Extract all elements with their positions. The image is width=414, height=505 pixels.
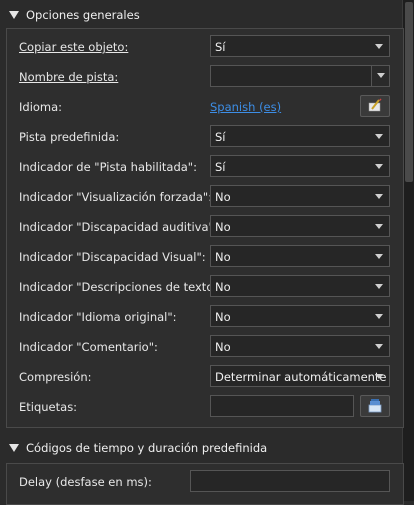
general-options-panel: Copiar este objeto: Sí Nombre de pista: … <box>6 28 404 428</box>
row-text-descriptions-flag: Indicador "Descripciones de texto": No <box>7 272 403 302</box>
hearing-impaired-flag-select[interactable]: No <box>210 215 390 237</box>
language-link[interactable]: Spanish (es) <box>210 100 281 114</box>
forced-flag-select[interactable]: No <box>210 185 390 207</box>
original-language-flag-value: No <box>215 310 231 324</box>
default-track-value: Sí <box>215 130 226 144</box>
row-delay: Delay (desfase en ms): <box>7 467 403 497</box>
row-commentary-flag: Indicador "Comentario": No <box>7 332 403 362</box>
row-tags: Etiquetas: <box>7 392 403 422</box>
track-name-dropdown-button[interactable] <box>371 66 389 86</box>
row-compression: Compresión: Determinar automáticamente <box>7 362 403 392</box>
chevron-down-icon <box>375 194 383 199</box>
chevron-down-icon <box>375 134 383 139</box>
row-copy-object: Copiar este objeto: Sí <box>7 32 403 62</box>
visual-impaired-flag-value: No <box>215 250 231 264</box>
enabled-flag-label: Indicador de "Pista habilitada": <box>19 160 197 174</box>
section-title: Códigos de tiempo y duración predefinida <box>26 441 268 455</box>
row-track-name: Nombre de pista: <box>7 62 403 92</box>
chevron-down-icon <box>375 224 383 229</box>
edit-language-icon <box>368 98 382 112</box>
commentary-flag-label: Indicador "Comentario": <box>19 340 158 354</box>
delay-label: Delay (desfase en ms): <box>19 475 152 489</box>
compression-select[interactable]: Determinar automáticamente <box>210 365 390 387</box>
edit-language-button[interactable] <box>360 95 390 117</box>
section-timecodes-header[interactable]: Códigos de tiempo y duración predefinida <box>0 435 402 461</box>
delay-input[interactable] <box>190 470 390 492</box>
scrollbar-thumb[interactable] <box>405 2 413 182</box>
visual-impaired-flag-label: Indicador "Discapacidad Visual": <box>19 250 206 264</box>
text-descriptions-flag-value: No <box>215 280 231 294</box>
section-general-options-header[interactable]: Opciones generales <box>0 2 402 28</box>
hearing-impaired-flag-value: No <box>215 220 231 234</box>
track-name-label: Nombre de pista: <box>19 70 119 84</box>
text-descriptions-flag-select[interactable]: No <box>210 275 390 297</box>
commentary-flag-value: No <box>215 340 231 354</box>
collapse-arrow-icon <box>9 11 19 19</box>
copy-object-select[interactable]: Sí <box>210 35 390 57</box>
row-original-language-flag: Indicador "Idioma original": No <box>7 302 403 332</box>
commentary-flag-select[interactable]: No <box>210 335 390 357</box>
tags-label: Etiquetas: <box>19 400 78 414</box>
visual-impaired-flag-select[interactable]: No <box>210 245 390 267</box>
default-track-select[interactable]: Sí <box>210 125 390 147</box>
text-descriptions-flag-label: Indicador "Descripciones de texto": <box>19 280 223 294</box>
row-enabled-flag: Indicador de "Pista habilitada": Sí <box>7 152 403 182</box>
row-language: Idioma: Spanish (es) <box>7 92 403 122</box>
chevron-down-icon <box>375 44 383 49</box>
chevron-down-icon <box>375 374 383 379</box>
language-label: Idioma: <box>19 100 63 114</box>
original-language-flag-select[interactable]: No <box>210 305 390 327</box>
hearing-impaired-flag-label: Indicador "Discapacidad auditiva": <box>19 220 218 234</box>
section-title: Opciones generales <box>26 8 140 22</box>
row-visual-impaired-flag: Indicador "Discapacidad Visual": No <box>7 242 403 272</box>
chevron-down-icon <box>377 73 385 78</box>
chevron-down-icon <box>375 254 383 259</box>
forced-flag-value: No <box>215 190 231 204</box>
copy-object-label: Copiar este objeto: <box>19 40 129 54</box>
chevron-down-icon <box>375 314 383 319</box>
default-track-label: Pista predefinida: <box>19 130 120 144</box>
timecodes-panel: Delay (desfase en ms): <box>6 463 404 505</box>
enabled-flag-value: Sí <box>215 160 226 174</box>
enabled-flag-select[interactable]: Sí <box>210 155 390 177</box>
collapse-arrow-icon <box>9 444 19 452</box>
tags-input[interactable] <box>210 395 354 417</box>
row-default-track: Pista predefinida: Sí <box>7 122 403 152</box>
compression-value: Determinar automáticamente <box>215 370 387 384</box>
tags-browse-button[interactable] <box>360 395 390 417</box>
chevron-down-icon <box>375 344 383 349</box>
copy-object-value: Sí <box>215 40 226 54</box>
chevron-down-icon <box>375 164 383 169</box>
track-name-combo[interactable] <box>210 65 390 87</box>
row-forced-flag: Indicador "Visualización forzada": No <box>7 182 403 212</box>
chevron-down-icon <box>375 284 383 289</box>
tags-browse-icon <box>368 399 382 413</box>
original-language-flag-label: Indicador "Idioma original": <box>19 310 177 324</box>
row-hearing-impaired-flag: Indicador "Discapacidad auditiva": No <box>7 212 403 242</box>
forced-flag-label: Indicador "Visualización forzada": <box>19 190 213 204</box>
compression-label: Compresión: <box>19 370 92 384</box>
